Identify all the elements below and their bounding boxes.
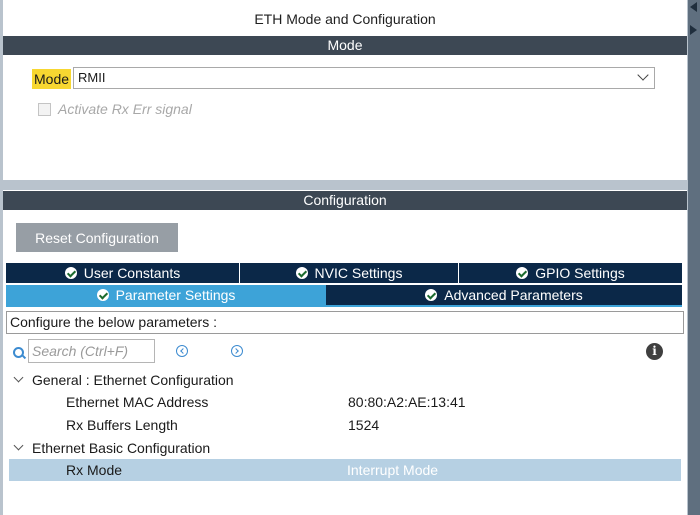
info-icon[interactable]: i: [646, 343, 663, 360]
tab-nvic-settings-label: NVIC Settings: [314, 265, 403, 281]
collapse-arrow-icon[interactable]: [13, 372, 24, 383]
check-circle-icon: [425, 289, 438, 301]
param-value[interactable]: 80:80:A2:AE:13:41: [348, 391, 466, 413]
rx-err-checkbox[interactable]: [38, 103, 51, 116]
parameters-hint: Configure the below parameters :: [6, 311, 684, 334]
configuration-header: Configuration: [3, 191, 687, 210]
group-title: General : Ethernet Configuration: [32, 372, 234, 388]
param-value[interactable]: Interrupt Mode: [347, 459, 438, 481]
tree-row-mac-address[interactable]: Ethernet MAC Address 80:80:A2:AE:13:41: [9, 391, 681, 413]
check-circle-icon: [295, 267, 308, 279]
tab-user-constants[interactable]: User Constants: [6, 263, 240, 283]
param-value[interactable]: 1524: [348, 414, 379, 436]
mode-dropdown[interactable]: RMII: [73, 67, 655, 89]
search-input[interactable]: [28, 339, 155, 363]
tab-gpio-settings-label: GPIO Settings: [535, 265, 625, 281]
mode-label: Mode: [32, 69, 72, 89]
param-name: Rx Buffers Length: [66, 417, 178, 433]
group-title: Ethernet Basic Configuration: [32, 440, 211, 456]
mode-panel: ETH Mode and Configuration Mode Mode RMI…: [3, 0, 687, 180]
previous-icon[interactable]: [176, 345, 188, 357]
scroll-left-icon[interactable]: [690, 2, 697, 12]
check-circle-icon: [96, 289, 109, 301]
configuration-panel: Configuration Reset Configuration User C…: [3, 190, 687, 515]
mode-header: Mode: [3, 36, 687, 55]
scroll-right-icon[interactable]: [690, 25, 697, 35]
check-circle-icon: [64, 267, 77, 279]
reset-configuration-button[interactable]: Reset Configuration: [16, 223, 178, 252]
chevron-down-icon[interactable]: [637, 69, 649, 81]
check-circle-icon: [516, 267, 529, 279]
mode-dropdown-value: RMII: [78, 70, 106, 85]
window-title: ETH Mode and Configuration: [254, 11, 436, 27]
tree-row-rx-buffers-length[interactable]: Rx Buffers Length 1524: [9, 414, 681, 436]
tree-group-general[interactable]: General : Ethernet Configuration: [9, 369, 681, 391]
tree-row-rx-mode[interactable]: Rx Mode Interrupt Mode: [9, 459, 681, 481]
tab-gpio-settings[interactable]: GPIO Settings: [459, 263, 682, 283]
tab-nvic-settings[interactable]: NVIC Settings: [240, 263, 459, 283]
tab-parameter-settings-label: Parameter Settings: [115, 287, 236, 303]
rx-err-checkbox-label: Activate Rx Err signal: [58, 101, 192, 117]
tab-advanced-parameters[interactable]: Advanced Parameters: [326, 285, 682, 305]
collapse-arrow-icon[interactable]: [13, 440, 24, 451]
param-name: Rx Mode: [66, 462, 123, 478]
next-icon[interactable]: [231, 345, 243, 357]
side-scroll-strip[interactable]: [688, 0, 700, 515]
param-name: Ethernet MAC Address: [66, 394, 209, 410]
tab-advanced-parameters-label: Advanced Parameters: [444, 287, 583, 303]
tab-user-constants-label: User Constants: [83, 265, 181, 281]
tab-parameter-settings[interactable]: Parameter Settings: [6, 285, 326, 305]
active-tab-underline: [6, 305, 682, 307]
tree-group-basic[interactable]: Ethernet Basic Configuration: [9, 437, 681, 459]
search-icon: [13, 347, 24, 358]
